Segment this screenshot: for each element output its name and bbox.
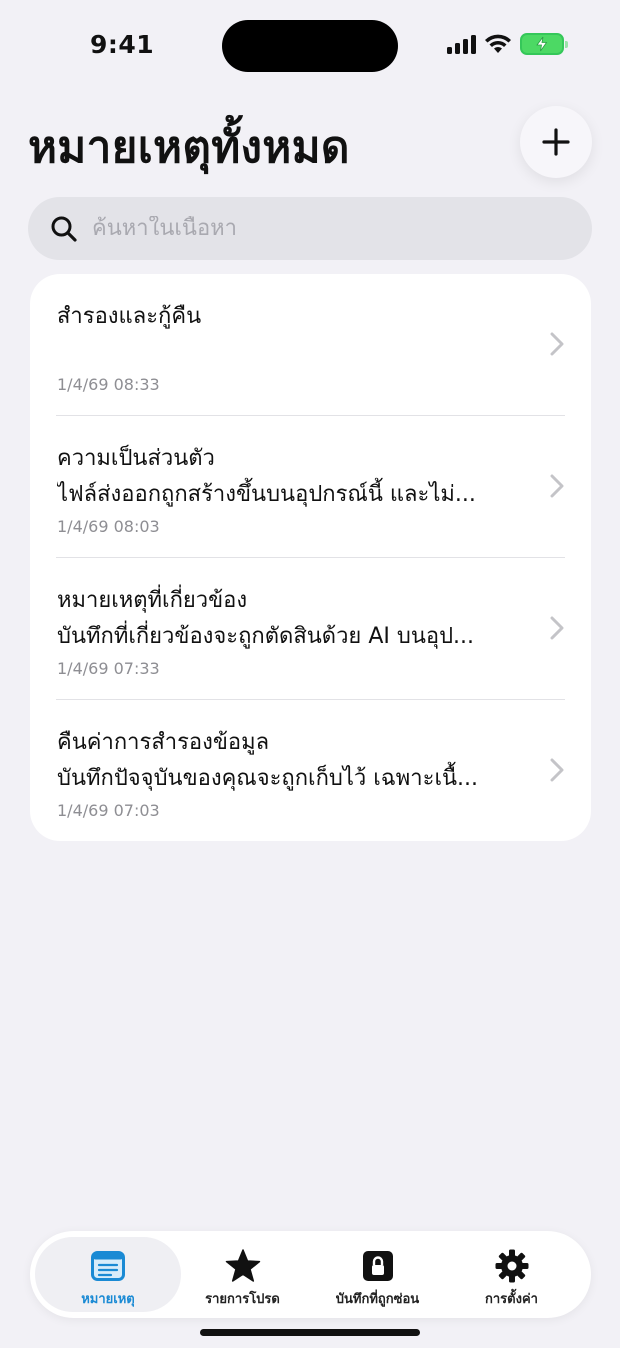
notes-icon (91, 1249, 125, 1283)
note-title: ความเป็นส่วนตัว (57, 446, 215, 471)
cellular-signal-icon (447, 34, 476, 54)
note-row[interactable]: สำรองและกู้คืน 1/4/69 08:33 (30, 274, 591, 416)
tab-bar: หมายเหตุ รายการโปรด บันทึกที่ถูกซ่อน การ… (30, 1231, 591, 1318)
note-title: สำรองและกู้คืน (57, 304, 202, 329)
note-preview: บันทึกปัจจุบันของคุณจะถูกเก็บไว้ เฉพาะเน… (57, 766, 478, 791)
note-row[interactable]: คืนค่าการสำรองข้อมูล บันทึกปัจจุบันของคุ… (30, 700, 591, 841)
tab-label: หมายเหตุ (81, 1292, 135, 1307)
note-preview: บันทึกที่เกี่ยวข้องจะถูกตัดสินด้วย AI บน… (57, 624, 475, 649)
note-date: 1/4/69 07:03 (57, 801, 160, 820)
tab-label: รายการโปรด (205, 1292, 280, 1307)
notes-screen: 9:41 หมายเหตุทั้งหมด ค้นหาในเนื้อหา สำรอ… (0, 0, 620, 1348)
note-date: 1/4/69 08:33 (57, 375, 160, 394)
tab-label: บันทึกที่ถูกซ่อน (335, 1292, 420, 1307)
note-preview: ไฟล์ส่งออกถูกสร้างขึ้นบนอุปกรณ์นี้ และไม… (57, 482, 476, 507)
tab-hidden-notes[interactable]: บันทึกที่ถูกซ่อน (320, 1237, 435, 1312)
page-title: หมายเหตุทั้งหมด (28, 122, 350, 173)
notes-list: สำรองและกู้คืน 1/4/69 08:33 ความเป็นส่วน… (30, 274, 591, 841)
note-row[interactable]: หมายเหตุที่เกี่ยวข้อง บันทึกที่เกี่ยวข้อ… (30, 558, 591, 700)
tab-favorites[interactable]: รายการโปรด (185, 1237, 300, 1312)
gear-icon (495, 1249, 529, 1283)
tab-settings[interactable]: การตั้งค่า (454, 1237, 569, 1312)
tab-notes[interactable]: หมายเหตุ (35, 1237, 181, 1312)
dynamic-island (222, 20, 398, 72)
status-bar: 9:41 (0, 0, 620, 90)
wifi-icon (485, 34, 511, 53)
battery-charging-icon (520, 33, 568, 55)
chevron-right-icon (550, 758, 564, 782)
chevron-right-icon (550, 474, 564, 498)
note-title: หมายเหตุที่เกี่ยวข้อง (57, 588, 248, 613)
lock-icon (362, 1249, 394, 1283)
search-bar[interactable] (28, 197, 592, 260)
home-indicator (200, 1329, 420, 1336)
search-icon (51, 216, 77, 242)
status-time: 9:41 (90, 30, 155, 59)
status-icons (447, 33, 568, 55)
note-row[interactable]: ความเป็นส่วนตัว ไฟล์ส่งออกถูกสร้างขึ้นบน… (30, 416, 591, 558)
note-title: คืนค่าการสำรองข้อมูล (57, 730, 270, 755)
add-note-button[interactable] (520, 106, 592, 178)
note-date: 1/4/69 07:33 (57, 659, 160, 678)
search-input[interactable] (92, 216, 532, 241)
tab-label: การตั้งค่า (485, 1292, 538, 1307)
plus-icon (542, 128, 570, 156)
star-icon (225, 1249, 261, 1283)
chevron-right-icon (550, 332, 564, 356)
chevron-right-icon (550, 616, 564, 640)
note-date: 1/4/69 08:03 (57, 517, 160, 536)
